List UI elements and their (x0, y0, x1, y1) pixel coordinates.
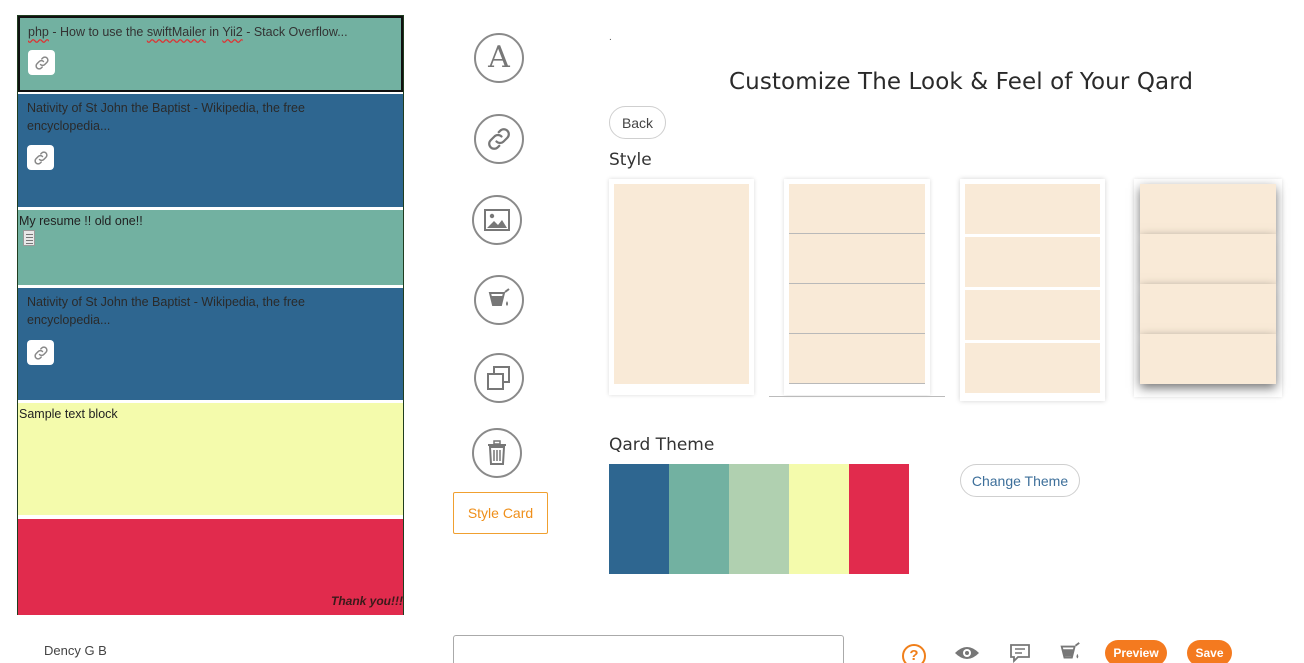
theme-palette[interactable] (609, 464, 909, 574)
theme-swatch (789, 464, 849, 574)
delete-tool-button[interactable] (472, 428, 522, 478)
text-icon: A (488, 40, 510, 75)
card-block-text-sample[interactable]: Sample text block (18, 403, 403, 515)
image-tool-button[interactable] (472, 195, 522, 245)
style-option-single[interactable] (609, 179, 754, 395)
card-block-text: Nativity of St John the Baptist - Wikipe… (27, 295, 305, 327)
card-block-footer[interactable]: Thank you!!! (18, 519, 403, 615)
card-block-link-1[interactable]: php - How to use the swiftMailer in Yii2… (18, 16, 403, 92)
bottom-text-input[interactable] (453, 635, 844, 663)
document-icon[interactable] (23, 230, 35, 246)
style-option-segment (965, 184, 1100, 234)
style-option-segment (1140, 234, 1276, 284)
comment-icon[interactable] (1007, 640, 1033, 663)
trash-icon (488, 440, 506, 465)
style-card-button[interactable]: Style Card (453, 492, 548, 534)
style-option-segment (789, 334, 925, 384)
back-button[interactable]: Back (609, 106, 666, 139)
paint-bucket-icon (488, 288, 510, 306)
card-block-link-3[interactable]: Nativity of St John the Baptist - Wikipe… (18, 288, 403, 400)
dot-marker: . (609, 32, 612, 43)
theme-swatch (669, 464, 729, 574)
copy-icon (487, 366, 510, 390)
card-block-text: My resume !! old one!! (19, 214, 143, 228)
divider (769, 396, 945, 397)
paint-bucket-icon[interactable] (1057, 640, 1083, 663)
style-option-lined[interactable] (784, 179, 930, 395)
style-section-label: Style (609, 150, 652, 170)
card-block-document[interactable]: My resume !! old one!! (18, 210, 403, 285)
paint-tool-button[interactable] (474, 275, 524, 325)
theme-swatch (849, 464, 909, 574)
card-block-text: Nativity of St John the Baptist - Wikipe… (27, 101, 305, 133)
style-option-segment (1140, 334, 1276, 384)
style-option-segment (789, 234, 925, 284)
style-option-segment (965, 343, 1100, 393)
thank-you-text: Thank you!!! (331, 594, 403, 608)
card-block-text: Sample text block (19, 407, 118, 421)
preview-button[interactable]: Preview (1105, 640, 1167, 663)
eye-icon[interactable] (954, 640, 980, 663)
style-option-segment (1140, 284, 1276, 334)
style-option-preview (614, 184, 749, 384)
style-option-segment (965, 290, 1100, 340)
save-button[interactable]: Save (1187, 640, 1232, 663)
link-icon[interactable] (27, 145, 54, 170)
theme-section-label: Qard Theme (609, 435, 715, 455)
change-theme-button[interactable]: Change Theme (960, 464, 1080, 497)
link-icon[interactable] (28, 50, 55, 75)
card-preview: php - How to use the swiftMailer in Yii2… (17, 15, 404, 615)
user-name: Dency G B (44, 643, 107, 658)
link-icon[interactable] (27, 340, 54, 365)
link-icon (488, 128, 510, 150)
duplicate-tool-button[interactable] (474, 353, 524, 403)
style-option-segment (789, 184, 925, 234)
card-block-link-2[interactable]: Nativity of St John the Baptist - Wikipe… (18, 94, 403, 207)
theme-swatch (609, 464, 669, 574)
help-icon[interactable]: ? (902, 644, 926, 663)
link-tool-button[interactable] (474, 114, 524, 164)
text-tool-button[interactable]: A (474, 33, 524, 83)
style-option-segment (789, 284, 925, 334)
style-option-segment (965, 237, 1100, 287)
style-option-shadow[interactable] (1134, 179, 1282, 397)
image-icon (484, 209, 510, 231)
theme-swatch (729, 464, 789, 574)
page-title: Customize The Look & Feel of Your Qard (729, 69, 1194, 95)
style-option-segment (1140, 184, 1276, 234)
style-option-spaced[interactable] (960, 179, 1105, 401)
card-block-text: php - How to use the swiftMailer in Yii2… (28, 25, 348, 39)
